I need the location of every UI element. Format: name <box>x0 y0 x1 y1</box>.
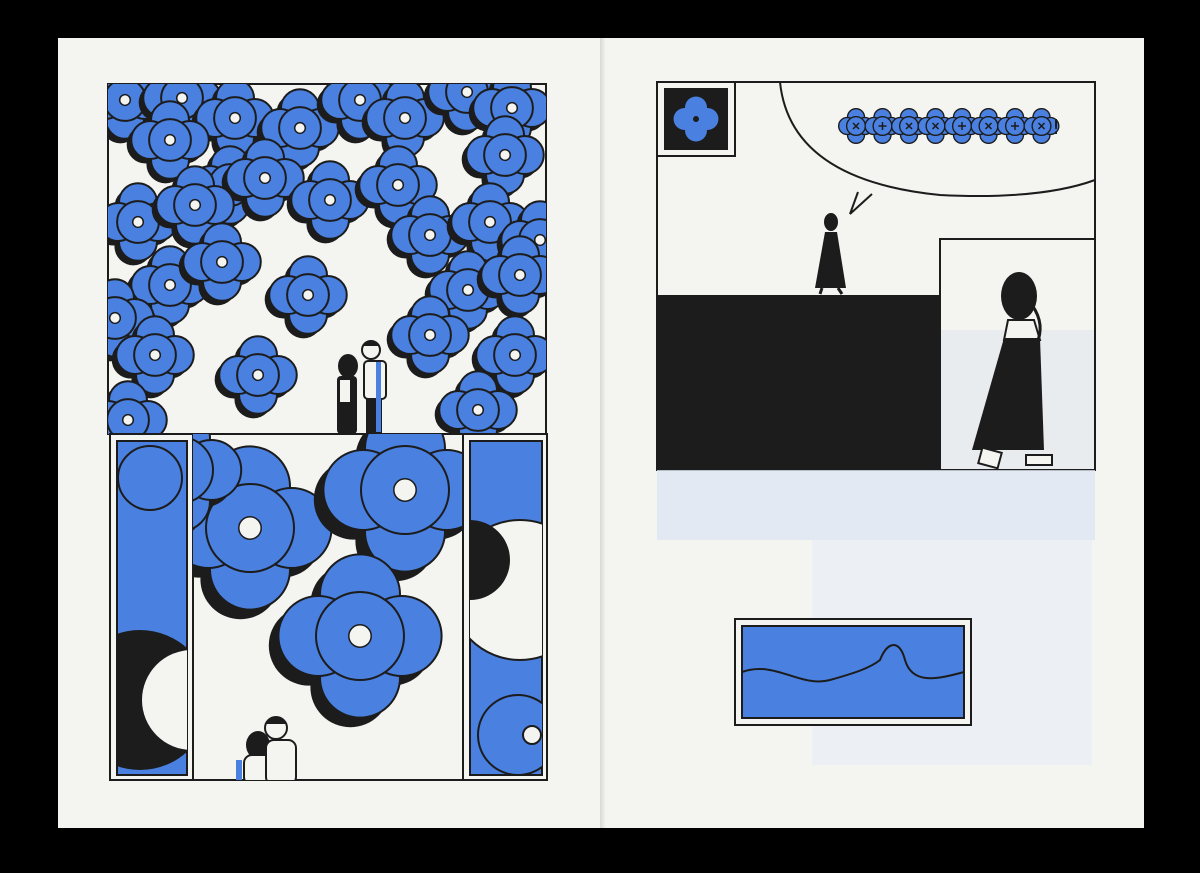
comic-spread-art: ! <box>107 81 1096 781</box>
black-wall <box>657 295 940 470</box>
tint-band <box>657 470 1095 540</box>
panel-speech-scene: ! <box>656 81 1096 471</box>
panel-flower-field <box>107 83 547 435</box>
speech-exclamation: ! <box>1052 115 1060 139</box>
panel-wave <box>734 618 972 726</box>
inset-flower-box <box>656 81 736 157</box>
